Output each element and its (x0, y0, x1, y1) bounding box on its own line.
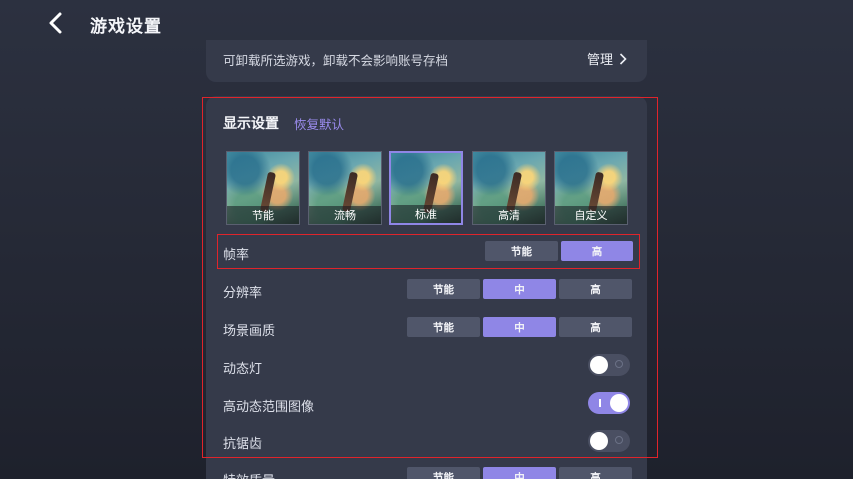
anti-aliasing-label: 抗锯齿 (223, 437, 263, 452)
preset-hd[interactable]: 高清 (472, 151, 546, 225)
resolution-option-medium[interactable]: 中 (483, 279, 556, 299)
display-settings-title: 显示设置 (223, 116, 279, 132)
scene-quality-selector: 节能 中 高 (407, 317, 632, 337)
dynamic-light-toggle[interactable] (588, 354, 630, 376)
resolution-option-power-saving[interactable]: 节能 (407, 279, 480, 299)
manage-button[interactable]: 管理 (587, 49, 627, 68)
effects-quality-option-power-saving[interactable]: 节能 (407, 467, 480, 479)
preset-smooth[interactable]: 流畅 (308, 151, 382, 225)
anti-aliasing-toggle[interactable] (588, 430, 630, 452)
manage-games-card: 可卸载所选游戏，卸载不会影响账号存档 管理 (206, 40, 647, 82)
scene-quality-option-power-saving[interactable]: 节能 (407, 317, 480, 337)
resolution-option-high[interactable]: 高 (559, 279, 632, 299)
preset-label: 节能 (227, 206, 299, 224)
effects-quality-label: 特效质量 (223, 470, 275, 479)
reset-default-link[interactable]: 恢复默认 (294, 114, 344, 133)
dynamic-light-label: 动态灯 (223, 362, 263, 377)
toggle-on-icon (599, 399, 601, 407)
back-button[interactable] (44, 10, 70, 36)
preset-standard[interactable]: 标准 (389, 151, 463, 225)
resolution-label: 分辨率 (223, 286, 263, 301)
preset-label: 流畅 (309, 206, 381, 224)
effects-quality-option-medium[interactable]: 中 (483, 467, 556, 479)
manage-label: 管理 (586, 53, 613, 68)
frame-rate-option-power-saving[interactable]: 节能 (485, 241, 558, 261)
manage-description: 可卸载所选游戏，卸载不会影响账号存档 (223, 53, 449, 68)
preset-label: 标准 (391, 205, 461, 223)
toggle-knob (590, 432, 608, 450)
chevron-left-icon (44, 10, 70, 36)
preset-label: 自定义 (555, 206, 627, 224)
toggle-knob (590, 356, 608, 374)
toggle-off-icon (615, 360, 623, 368)
preset-power-saving[interactable]: 节能 (226, 151, 300, 225)
scene-quality-option-high[interactable]: 高 (559, 317, 632, 337)
hdr-toggle[interactable] (588, 392, 630, 414)
effects-quality-selector: 节能 中 高 (407, 467, 632, 479)
scene-quality-label: 场景画质 (223, 324, 276, 339)
page-title: 游戏设置 (90, 17, 162, 37)
toggle-knob (610, 394, 628, 412)
frame-rate-label: 帧率 (223, 248, 250, 263)
hdr-label: 高动态范围图像 (223, 400, 315, 415)
frame-rate-option-high[interactable]: 高 (561, 241, 633, 261)
effects-quality-option-high[interactable]: 高 (559, 467, 632, 479)
toggle-off-icon (615, 436, 623, 444)
scene-quality-option-medium[interactable]: 中 (483, 317, 556, 337)
frame-rate-selector: 节能 高 (485, 241, 633, 261)
resolution-selector: 节能 中 高 (407, 279, 632, 299)
preset-custom[interactable]: 自定义 (554, 151, 628, 225)
chevron-right-icon (619, 52, 627, 65)
preset-label: 高清 (473, 206, 545, 224)
